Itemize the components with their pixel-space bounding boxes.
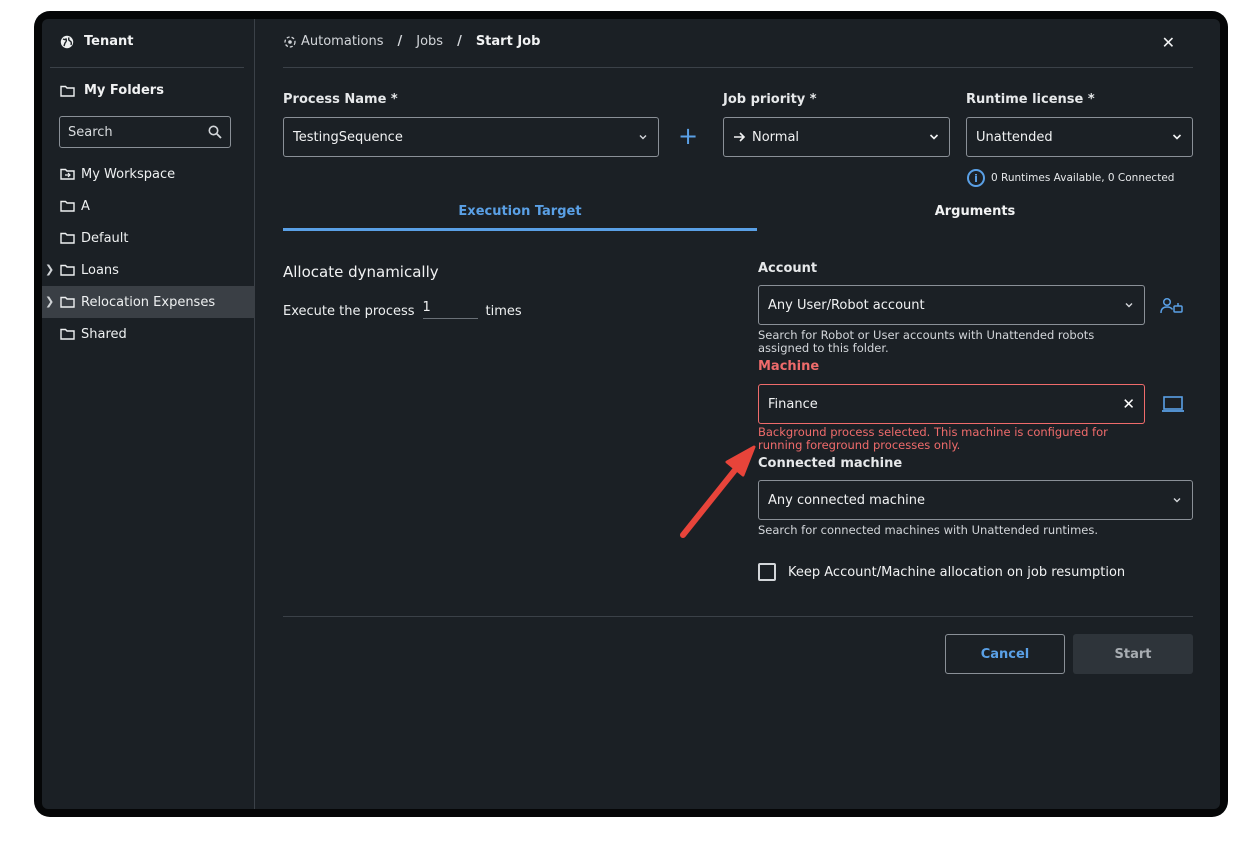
chevron-down-icon <box>1125 303 1133 308</box>
keep-allocation-checkbox[interactable] <box>758 563 776 581</box>
runtime-license-select[interactable]: Unattended <box>966 117 1193 157</box>
folder-search-input[interactable]: Search <box>59 116 231 148</box>
connected-machine-helper: Search for connected machines with Unatt… <box>758 523 1099 537</box>
divider <box>283 67 1193 68</box>
tenant-label: Tenant <box>84 34 134 49</box>
cancel-button[interactable]: Cancel <box>945 634 1065 674</box>
breadcrumb: Automations / Jobs / Start Job <box>283 34 540 49</box>
chevron-down-icon <box>1173 498 1181 503</box>
process-name-label: Process Name * <box>283 92 398 107</box>
clear-icon[interactable]: ✕ <box>1122 395 1135 413</box>
breadcrumb-current: Start Job <box>475 34 541 49</box>
user-robot-icon[interactable] <box>1160 297 1184 315</box>
sidebar-item-label: A <box>81 198 90 214</box>
start-job-dialog: Tenant My Folders Search My Workspace A … <box>42 19 1220 809</box>
breadcrumb-automations[interactable]: Automations <box>301 34 384 49</box>
chevron-right-icon[interactable]: ❯ <box>45 263 54 276</box>
divider <box>50 67 244 68</box>
keep-allocation-label: Keep Account/Machine allocation on job r… <box>788 564 1126 580</box>
sidebar-item-a[interactable]: A <box>42 190 255 222</box>
folder-icon <box>60 328 75 340</box>
chevron-down-icon <box>639 135 647 140</box>
account-helper: Search for Robot or User accounts with U… <box>758 329 1094 355</box>
account-helper-line2: assigned to this folder. <box>758 341 889 355</box>
sidebar-item-label: My Workspace <box>81 166 176 182</box>
folder-sidebar: Tenant My Folders Search My Workspace A … <box>42 19 255 809</box>
folder-tree: My Workspace A Default ❯ Loans ❯ Relocat… <box>42 158 255 350</box>
chevron-down-icon <box>1172 134 1182 140</box>
process-name-select[interactable]: TestingSequence <box>283 117 659 157</box>
allocate-dynamically-title: Allocate dynamically <box>283 263 439 281</box>
sidebar-item-label: Shared <box>81 326 127 342</box>
divider <box>283 616 1193 617</box>
connected-machine-select[interactable]: Any connected machine <box>758 480 1193 520</box>
account-value: Any User/Robot account <box>768 297 925 313</box>
my-folders-label: My Folders <box>84 83 164 98</box>
breadcrumb-separator: / <box>457 34 462 49</box>
close-icon[interactable]: ✕ <box>1162 33 1175 52</box>
globe-icon <box>60 35 74 48</box>
breadcrumb-separator: / <box>397 34 403 49</box>
job-priority-select[interactable]: Normal <box>723 117 950 157</box>
search-icon <box>208 125 222 139</box>
info-icon: i <box>967 169 985 187</box>
folder-icon <box>60 232 75 244</box>
runtimes-info: i 0 Runtimes Available, 0 Connected <box>967 169 1174 187</box>
machine-error-line2: running foreground processes only. <box>758 438 961 452</box>
folder-icon <box>60 296 75 308</box>
tab-arguments[interactable]: Arguments <box>757 204 1193 219</box>
sidebar-item-default[interactable]: Default <box>42 222 255 254</box>
account-label: Account <box>758 261 818 276</box>
sidebar-item-my-workspace[interactable]: My Workspace <box>42 158 255 190</box>
tab-execution-target[interactable]: Execution Target <box>283 204 757 219</box>
sidebar-item-label: Loans <box>81 262 119 278</box>
sidebar-item-relocation-expenses[interactable]: ❯ Relocation Expenses <box>42 286 255 318</box>
folder-icon <box>60 264 75 276</box>
connected-machine-value: Any connected machine <box>768 492 926 508</box>
connected-machine-label: Connected machine <box>758 456 903 471</box>
workspace-folder-icon <box>60 168 75 180</box>
active-tab-indicator <box>283 228 757 231</box>
job-priority-value: Normal <box>752 129 800 145</box>
folder-icon <box>60 200 75 212</box>
automations-icon <box>284 35 296 48</box>
job-priority-label: Job priority * <box>723 92 817 107</box>
machine-label: Machine <box>758 359 820 374</box>
tenant-header[interactable]: Tenant <box>60 34 133 49</box>
keep-allocation-row[interactable]: Keep Account/Machine allocation on job r… <box>758 563 1125 581</box>
my-folders-header[interactable]: My Folders <box>60 83 164 98</box>
machine-value: Finance <box>768 396 818 412</box>
start-job-panel: Automations / Jobs / Start Job ✕ Process… <box>283 19 1193 809</box>
runtime-license-label: Runtime license * <box>966 92 1095 107</box>
sidebar-item-loans[interactable]: ❯ Loans <box>42 254 255 286</box>
search-placeholder: Search <box>68 124 113 140</box>
job-priority-display: Normal <box>733 130 799 145</box>
sidebar-item-shared[interactable]: Shared <box>42 318 255 350</box>
chevron-down-icon <box>929 134 939 140</box>
runtime-license-value: Unattended <box>976 129 1053 145</box>
start-button[interactable]: Start <box>1073 634 1193 674</box>
execute-count-row: Execute the process 1 times <box>283 300 522 319</box>
laptop-icon[interactable] <box>1161 395 1185 413</box>
machine-input[interactable]: Finance ✕ <box>758 384 1145 424</box>
execute-prefix: Execute the process <box>283 304 415 319</box>
machine-error-message: Background process selected. This machin… <box>758 426 1138 452</box>
sidebar-item-label: Relocation Expenses <box>81 294 216 310</box>
sidebar-item-label: Default <box>81 230 129 246</box>
process-name-value: TestingSequence <box>293 129 403 145</box>
arrow-right-icon <box>734 132 746 142</box>
breadcrumb-jobs[interactable]: Jobs <box>416 34 443 49</box>
runtimes-info-text: 0 Runtimes Available, 0 Connected <box>991 172 1175 184</box>
folder-icon <box>60 85 75 97</box>
execute-count-input[interactable]: 1 <box>422 300 478 319</box>
add-process-icon[interactable]: + <box>678 124 698 148</box>
chevron-right-icon[interactable]: ❯ <box>45 295 54 308</box>
account-select[interactable]: Any User/Robot account <box>758 285 1145 325</box>
execute-suffix: times <box>485 304 522 319</box>
